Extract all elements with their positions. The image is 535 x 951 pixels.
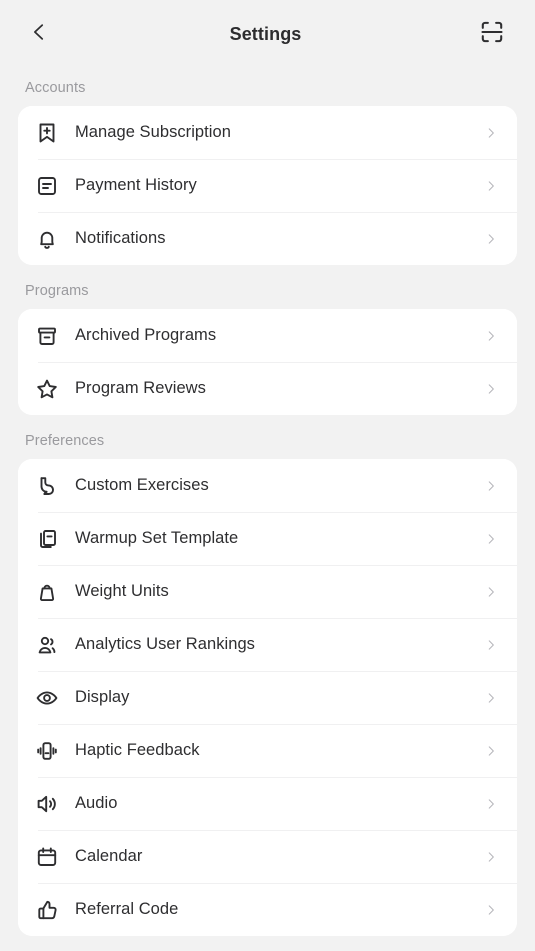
settings-row-referral-code[interactable]: Referral Code [18, 883, 517, 936]
thumbs-up-icon [35, 896, 65, 924]
users-icon [35, 631, 65, 659]
settings-row-label: Archived Programs [75, 326, 217, 344]
settings-row-label: Custom Exercises [75, 476, 209, 494]
chevron-right-icon [483, 849, 499, 865]
settings-row-label: Warmup Set Template [75, 529, 239, 547]
settings-row-label: Payment History [75, 176, 197, 194]
settings-row-audio[interactable]: Audio [18, 777, 517, 830]
page-title: Settings [229, 23, 302, 44]
eye-icon [35, 684, 65, 712]
chevron-right-icon [483, 125, 499, 141]
settings-row-payment-history[interactable]: Payment History [18, 159, 517, 212]
chevron-right-icon [483, 381, 499, 397]
chevron-right-icon [483, 178, 499, 194]
programs-card: Archived Programs Program Reviews [18, 309, 517, 415]
chevron-left-icon [28, 21, 50, 48]
bell-icon [35, 225, 65, 253]
section-accounts: Accounts Manage Subscription Payment His… [0, 68, 535, 265]
vibrate-icon [35, 737, 65, 765]
settings-row-label: Audio [75, 794, 118, 812]
weight-icon [35, 578, 65, 606]
settings-row-label: Notifications [75, 229, 166, 247]
calendar-icon [35, 843, 65, 871]
back-button[interactable] [18, 13, 60, 55]
settings-row-label: Display [75, 688, 130, 706]
chevron-right-icon [483, 743, 499, 759]
settings-row-label: Calendar [75, 847, 143, 865]
copy-layers-icon [35, 525, 65, 553]
app-header: Settings [0, 0, 535, 68]
settings-row-label: Manage Subscription [75, 123, 231, 141]
section-title-accounts: Accounts [25, 80, 86, 96]
chevron-right-icon [483, 690, 499, 706]
settings-row-analytics-user-rankings[interactable]: Analytics User Rankings [18, 618, 517, 671]
settings-row-label: Referral Code [75, 900, 179, 918]
speaker-icon [35, 790, 65, 818]
settings-row-program-reviews[interactable]: Program Reviews [18, 362, 517, 415]
settings-row-label: Program Reviews [75, 379, 206, 397]
scan-barcode-icon [479, 19, 505, 50]
receipt-icon [35, 172, 65, 200]
accounts-card: Manage Subscription Payment History Noti… [18, 106, 517, 265]
chevron-right-icon [483, 584, 499, 600]
scan-button[interactable] [471, 13, 513, 55]
settings-row-custom-exercises[interactable]: Custom Exercises [18, 459, 517, 512]
section-preferences: Preferences Custom Exercises Warmup Set … [0, 421, 535, 936]
chevron-right-icon [483, 328, 499, 344]
chevron-right-icon [483, 637, 499, 653]
biceps-flexed-icon [35, 472, 65, 500]
settings-row-archived-programs[interactable]: Archived Programs [18, 309, 517, 362]
section-title-programs: Programs [25, 283, 89, 299]
settings-row-calendar[interactable]: Calendar [18, 830, 517, 883]
star-icon [35, 375, 65, 403]
section-title-preferences: Preferences [25, 433, 105, 449]
chevron-right-icon [483, 531, 499, 547]
settings-row-warmup-set-template[interactable]: Warmup Set Template [18, 512, 517, 565]
archive-box-icon [35, 322, 65, 350]
chevron-right-icon [483, 478, 499, 494]
settings-row-haptic-feedback[interactable]: Haptic Feedback [18, 724, 517, 777]
chevron-right-icon [483, 231, 499, 247]
settings-row-display[interactable]: Display [18, 671, 517, 724]
section-programs: Programs Archived Programs Program Revie… [0, 271, 535, 415]
chevron-right-icon [483, 796, 499, 812]
settings-row-weight-units[interactable]: Weight Units [18, 565, 517, 618]
bookmark-plus-icon [35, 119, 65, 147]
chevron-right-icon [483, 902, 499, 918]
settings-row-label: Haptic Feedback [75, 741, 200, 759]
settings-row-notifications[interactable]: Notifications [18, 212, 517, 265]
settings-row-label: Analytics User Rankings [75, 635, 255, 653]
preferences-card: Custom Exercises Warmup Set Template Wei… [18, 459, 517, 936]
settings-row-manage-subscription[interactable]: Manage Subscription [18, 106, 517, 159]
settings-screen: Settings Accounts Manage Subscription Pa… [0, 0, 535, 951]
settings-row-label: Weight Units [75, 582, 169, 600]
